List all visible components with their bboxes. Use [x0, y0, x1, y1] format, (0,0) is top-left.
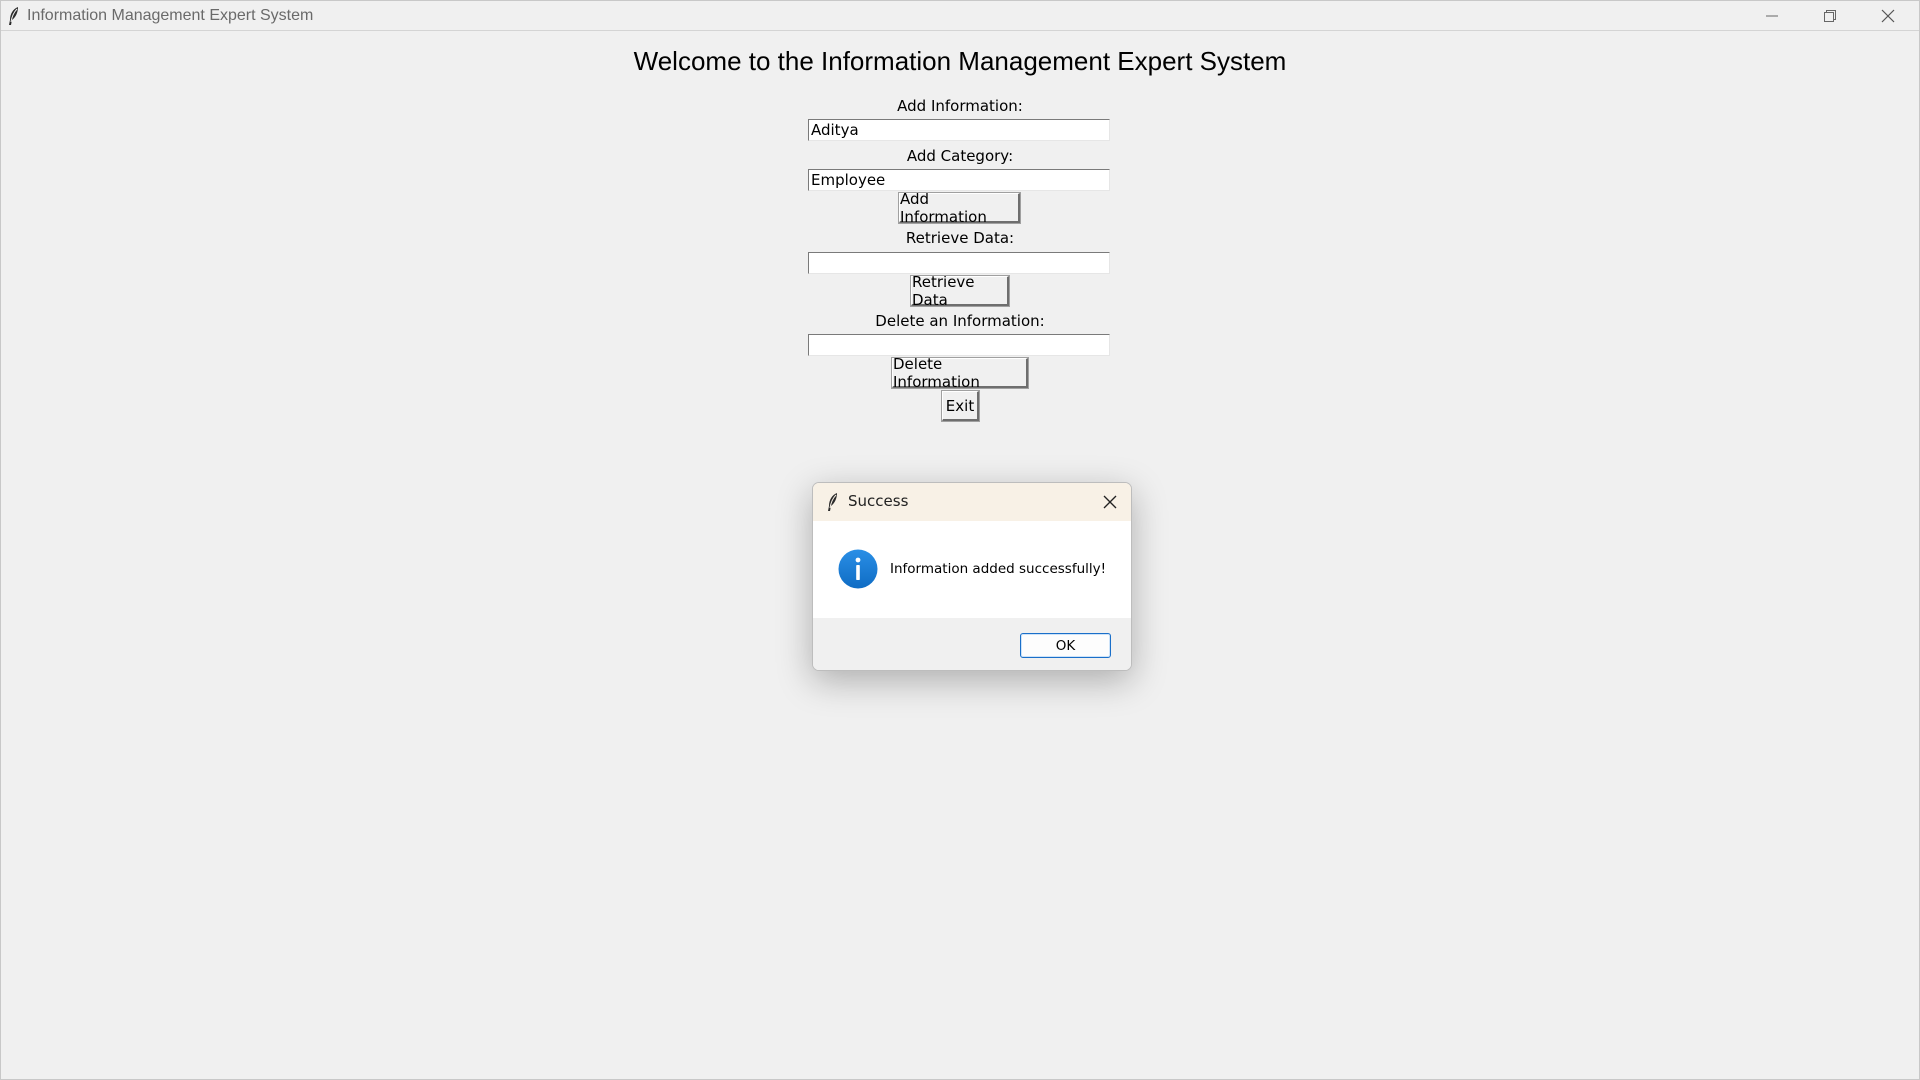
restore-icon [1824, 9, 1836, 22]
dialog-title: Success [848, 492, 909, 510]
minimize-icon [1766, 15, 1778, 16]
retrieve-label: Retrieve Data: [905, 229, 1015, 247]
delete-label: Delete an Information: [875, 312, 1045, 330]
page-title: Welcome to the Information Management Ex… [633, 46, 1287, 76]
dialog-close-button[interactable] [1095, 487, 1125, 517]
delete-information-button[interactable]: Delete Information [891, 355, 1029, 391]
success-dialog: Success Information added successfully! … [812, 482, 1132, 671]
retrieve-input[interactable] [808, 252, 1110, 274]
window-title: Information Management Expert System [27, 7, 314, 24]
close-icon [1881, 9, 1895, 22]
info-icon [838, 549, 878, 589]
minimize-button[interactable] [1743, 1, 1801, 30]
delete-input[interactable] [808, 334, 1110, 356]
add-category-label: Add Category: [906, 147, 1014, 165]
restore-button[interactable] [1801, 1, 1859, 30]
feather-icon [9, 7, 18, 25]
ok-button[interactable]: OK [1020, 633, 1111, 658]
exit-button[interactable]: Exit [941, 390, 980, 422]
close-button[interactable] [1859, 1, 1917, 30]
title-bar[interactable]: Information Management Expert System [1, 1, 1919, 31]
dialog-title-bar[interactable]: Success [813, 483, 1131, 521]
add-information-button[interactable]: Add Information [898, 190, 1021, 226]
feather-icon [828, 493, 837, 511]
add-category-input[interactable]: Employee [808, 169, 1110, 191]
retrieve-data-button[interactable]: Retrieve Data [910, 273, 1010, 309]
dialog-message: Information added successfully! [890, 561, 1107, 577]
add-info-input[interactable]: Aditya [808, 119, 1110, 141]
add-info-label: Add Information: [897, 97, 1023, 115]
app-window: Information Management Expert System Wel… [0, 0, 1920, 1080]
close-icon [1103, 495, 1117, 509]
dialog-body: Information added successfully! [813, 521, 1131, 599]
dialog-footer: OK [813, 618, 1131, 670]
